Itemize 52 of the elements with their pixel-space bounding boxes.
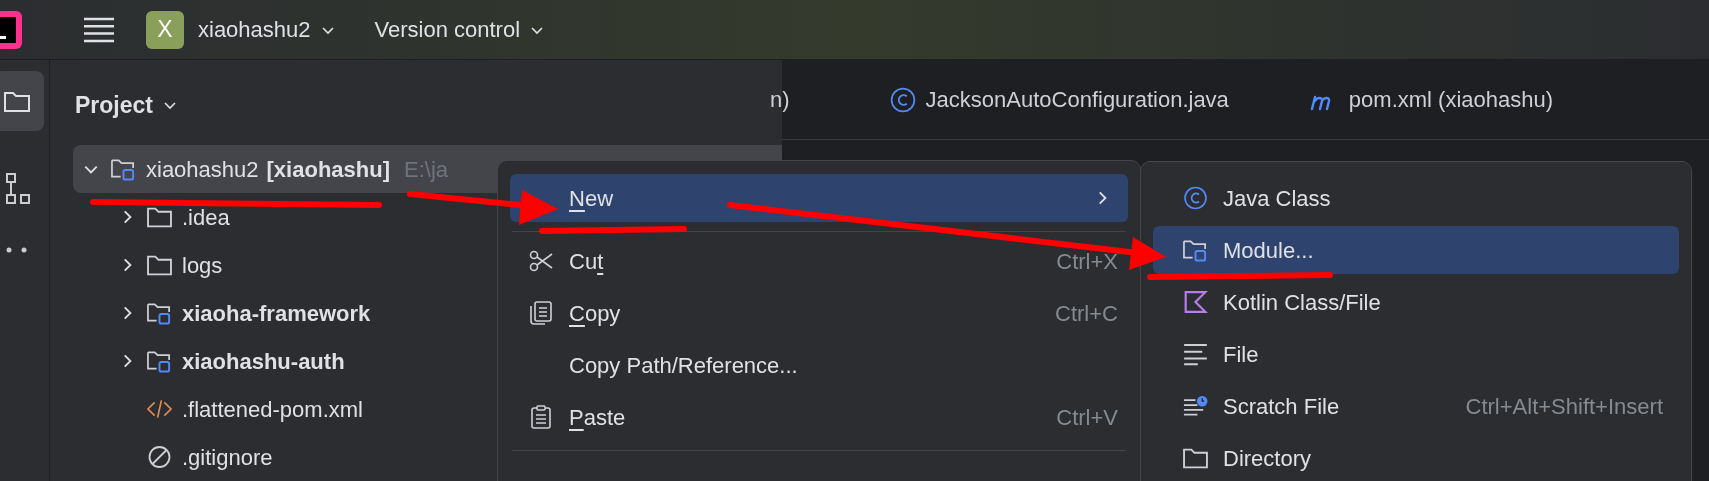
scratch-file-icon (1183, 394, 1208, 418)
folder-icon (147, 253, 172, 277)
tree-label: xiaohashu-auth (182, 347, 345, 376)
prohibited-icon (147, 445, 172, 469)
menu-item[interactable]: Copy Ctrl+C (510, 289, 1128, 337)
class-icon (1183, 186, 1208, 210)
folder-icon (3, 90, 30, 112)
menu-item[interactable]: Java Class (1153, 174, 1679, 222)
editor-tab[interactable]: pom.xml (xiaohashu) (1268, 60, 1594, 139)
tree-label: logs (182, 251, 223, 280)
shortcut-text: Ctrl+X (1056, 247, 1118, 276)
menu-item[interactable]: New (510, 174, 1128, 222)
structure-icon[interactable] (5, 173, 32, 205)
app-logo-icon[interactable] (0, 10, 22, 49)
menu-item[interactable]: File (1153, 330, 1679, 378)
tree-label: xiaoha-framework (182, 299, 371, 328)
shortcut-text: Ctrl+V (1056, 403, 1118, 432)
menu-icon[interactable] (84, 16, 114, 43)
menu-item[interactable]: Module... (1153, 226, 1679, 274)
tree-label: xiaohashu2 (146, 155, 259, 184)
scissors-icon (529, 249, 553, 273)
project-selector[interactable]: xiaohashu2 (198, 13, 335, 46)
copy-icon (529, 301, 553, 325)
code-icon (147, 397, 172, 421)
project-badge: X (146, 10, 184, 49)
vcs-selector[interactable]: Version control (374, 13, 545, 46)
menu-item[interactable]: Directory (1153, 434, 1679, 481)
module-folder-icon (147, 301, 172, 325)
kotlin-icon (1183, 290, 1208, 314)
shortcut-text: Ctrl+C (1055, 299, 1118, 328)
editor-tab[interactable]: n) (770, 60, 850, 139)
tree-label: .idea (182, 203, 230, 232)
module-folder-icon (1183, 238, 1208, 262)
menu-item[interactable]: Kotlin Class/File (1153, 278, 1679, 326)
folder-icon (1183, 446, 1208, 470)
tree-label: .flattened-pom.xml (182, 395, 363, 424)
folder-icon (147, 205, 172, 229)
clipboard-icon (529, 405, 553, 429)
editor-tab[interactable]: JacksonAutoConfiguration.java (849, 60, 1269, 139)
module-name: [xiaohashu] (266, 155, 390, 184)
panel-title[interactable]: Project (75, 88, 177, 123)
menu-item[interactable]: Copy Path/Reference... (510, 341, 1128, 389)
module-folder-icon (111, 157, 136, 181)
module-folder-icon (147, 349, 172, 373)
shortcut-text: Ctrl+Alt+Shift+Insert (1465, 392, 1663, 421)
lines-icon (1183, 342, 1208, 366)
class-icon (889, 86, 916, 113)
menu-item[interactable]: Cut Ctrl+X (510, 237, 1128, 285)
tree-label: .gitignore (182, 443, 273, 472)
more-icon[interactable] (5, 247, 28, 253)
menu-item[interactable]: Scratch File Ctrl+Alt+Shift+Insert (1153, 382, 1679, 430)
project-tool-button[interactable] (0, 71, 44, 131)
